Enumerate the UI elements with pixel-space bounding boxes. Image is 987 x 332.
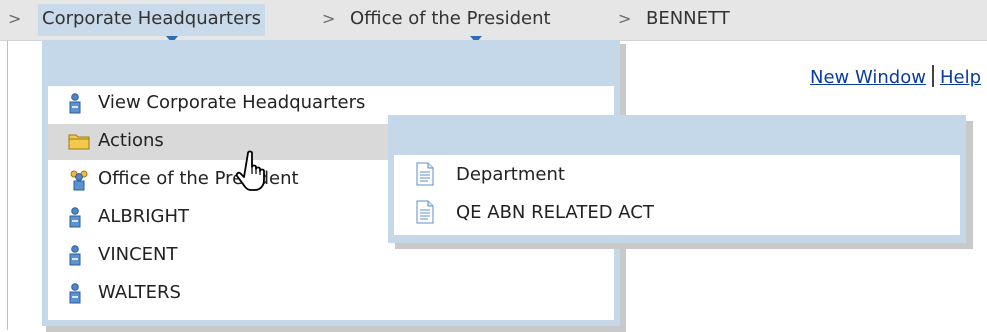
group-icon	[68, 169, 90, 196]
submenu-item-qe-abn-related-act[interactable]: QE ABN RELATED ACT	[394, 195, 960, 233]
person-icon	[68, 207, 82, 234]
menu-item-label: Actions	[98, 130, 164, 151]
person-icon	[68, 283, 82, 310]
breadcrumb-separator: >	[8, 9, 22, 28]
breadcrumb-item-corporate-headquarters[interactable]: Corporate Headquarters	[38, 4, 265, 36]
menu-item-label: ALBRIGHT	[98, 206, 189, 227]
submenu-item-label: QE ABN RELATED ACT	[456, 202, 654, 223]
help-link[interactable]: Help	[940, 67, 981, 88]
page-links: New Window Help	[810, 65, 981, 88]
menu-item-label: WALTERS	[98, 282, 181, 303]
frame-left-border	[7, 40, 8, 330]
hand-cursor-icon	[235, 150, 276, 198]
new-window-link[interactable]: New Window	[810, 67, 926, 88]
breadcrumb-separator: >	[618, 9, 632, 28]
menu-item-label: View Corporate Headquarters	[98, 92, 366, 113]
breadcrumb-item-bennett[interactable]: BENNETT	[646, 8, 730, 29]
submenu-list: Department QE ABN RELATED ACT	[394, 155, 960, 235]
folder-icon	[68, 131, 90, 156]
person-icon	[68, 245, 82, 272]
person-icon	[68, 93, 82, 120]
submenu-item-department[interactable]: Department	[394, 157, 960, 195]
breadcrumb: > Corporate Headquarters > Office of the…	[0, 0, 987, 43]
submenu-item-label: Department	[456, 164, 565, 185]
document-icon	[416, 162, 434, 191]
breadcrumb-item-office-of-the-president[interactable]: Office of the President	[350, 8, 551, 29]
menu-item-walters[interactable]: WALTERS	[48, 276, 614, 312]
menu-item-label: VINCENT	[98, 244, 178, 265]
breadcrumb-separator: >	[322, 9, 336, 28]
actions-submenu: Department QE ABN RELATED ACT	[388, 115, 966, 243]
link-divider	[931, 65, 934, 87]
document-icon	[416, 200, 434, 229]
